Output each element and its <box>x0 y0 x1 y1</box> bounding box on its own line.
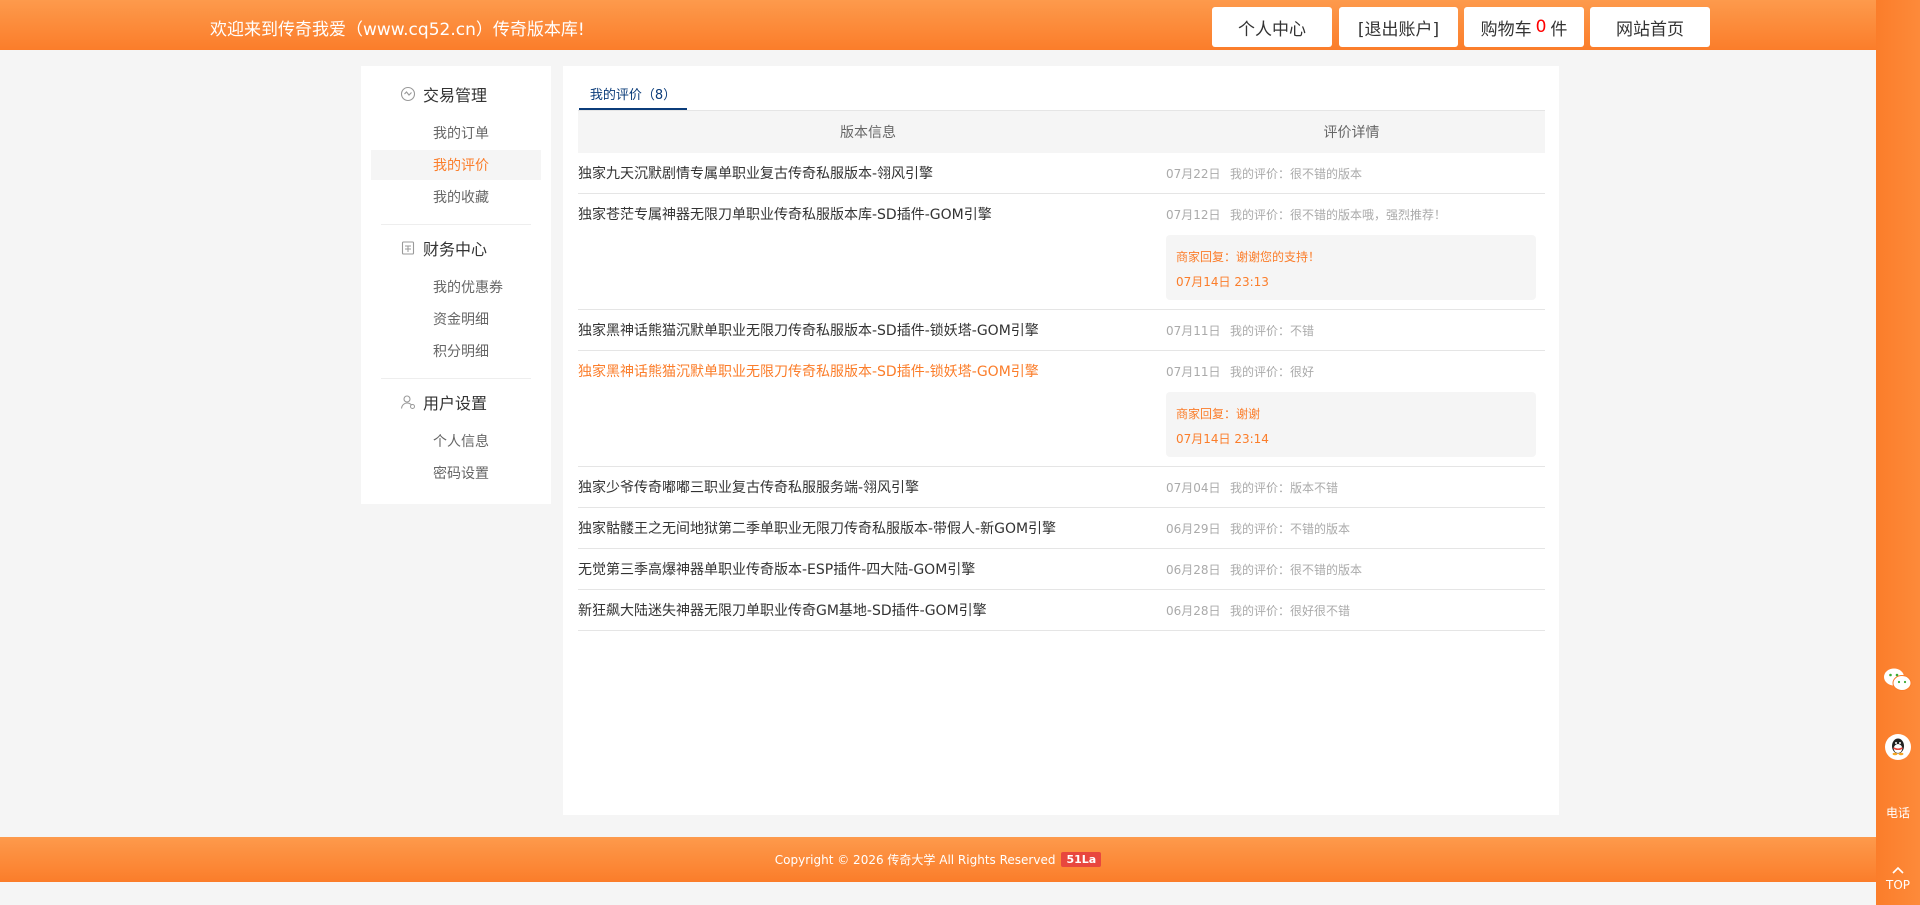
section-title-finance: 财务中心 <box>399 236 487 260</box>
review-row: 独家少爷传奇嘟嘟三职业复古传奇私服服务端-翎风引擎 07月04日 我的评价：版本… <box>578 467 1545 508</box>
finance-icon <box>399 239 417 257</box>
back-to-top-button[interactable]: TOP <box>1876 855 1920 895</box>
review-comment: 我的评价：很好很不错 <box>1230 604 1351 618</box>
review-row: 新狂飙大陆迷失神器无限刀单职业传奇GM基地-SD插件-GOM引擎 06月28日 … <box>578 590 1545 631</box>
home-button[interactable]: 网站首页 <box>1590 7 1710 47</box>
cart-count: 0 <box>1535 17 1547 37</box>
arrow-up-icon <box>1892 859 1904 878</box>
cart-unit: 件 <box>1550 19 1568 40</box>
review-date: 07月22日 <box>1166 167 1221 181</box>
sidebar-divider <box>381 378 531 379</box>
phone-label: 电话 <box>1885 805 1910 820</box>
review-version-title[interactable]: 独家少爷传奇嘟嘟三职业复古传奇私服服务端-翎风引擎 <box>578 477 919 497</box>
wechat-button[interactable] <box>1876 660 1920 704</box>
review-comment: 我的评价：不错 <box>1230 324 1315 338</box>
qq-icon <box>1884 733 1912 765</box>
welcome-text: 欢迎来到传奇我爱（www.cq52.cn）传奇版本库! <box>210 20 585 40</box>
review-version-title[interactable]: 新狂飙大陆迷失神器无限刀单职业传奇GM基地-SD插件-GOM引擎 <box>578 600 987 620</box>
review-date: 07月04日 <box>1166 481 1221 495</box>
review-comment: 我的评价：很不错的版本 <box>1230 563 1363 577</box>
section-title-text: 用户设置 <box>423 394 488 413</box>
review-date: 07月11日 <box>1166 365 1221 379</box>
qq-button[interactable] <box>1876 727 1920 771</box>
merchant-reply-time: 07月14日 23:14 <box>1176 432 1269 446</box>
sidebar-link-my-orders[interactable]: 我的订单 <box>371 118 541 148</box>
user-icon <box>399 393 417 411</box>
review-row: 独家黑神话熊猫沉默单职业无限刀传奇私服版本-SD插件-锁妖塔-GOM引擎 07月… <box>578 310 1545 351</box>
section-title-text: 财务中心 <box>423 240 488 259</box>
review-comment: 我的评价：很不错的版本哦，强烈推荐！ <box>1230 208 1447 222</box>
review-version-title[interactable]: 独家骷髅王之无间地狱第二季单职业无限刀传奇私服版本-带假人-新GOM引擎 <box>578 518 1056 538</box>
review-date: 06月28日 <box>1166 563 1221 577</box>
section-title-transaction: 交易管理 <box>399 82 487 106</box>
logout-button[interactable]: [退出账户] <box>1339 7 1458 47</box>
sidebar-link-my-reviews[interactable]: 我的评价 <box>371 150 541 180</box>
review-date: 07月11日 <box>1166 324 1221 338</box>
sidebar-divider <box>381 224 531 225</box>
merchant-reply: 商家回复：谢谢您的支持！ 07月14日 23:13 <box>1166 235 1536 300</box>
reviews-panel: 我的评价（8） 版本信息 评价详情 独家九天沉默剧情专属单职业复古传奇私服版本-… <box>563 66 1559 815</box>
review-date: 06月28日 <box>1166 604 1221 618</box>
cart-button[interactable]: 购物车 0 件 <box>1464 7 1584 47</box>
sidebar-link-password-settings[interactable]: 密码设置 <box>371 458 541 488</box>
review-row: 独家骷髅王之无间地狱第二季单职业无限刀传奇私服版本-带假人-新GOM引擎 06月… <box>578 508 1545 549</box>
review-comment: 我的评价：不错的版本 <box>1230 522 1351 536</box>
sidebar-link-points-details[interactable]: 积分明细 <box>371 336 541 366</box>
merchant-reply-text: 商家回复：谢谢您的支持！ <box>1176 250 1321 264</box>
review-version-title[interactable]: 独家苍茫专属神器无限刀单职业传奇私服版本库-SD插件-GOM引擎 <box>578 204 992 224</box>
wechat-icon <box>1882 666 1914 698</box>
back-to-top-label: TOP <box>1885 877 1910 892</box>
right-float-bar: 电话 TOP <box>1876 0 1920 905</box>
merchant-reply-text: 商家回复：谢谢 <box>1176 407 1261 421</box>
review-date: 06月29日 <box>1166 522 1221 536</box>
column-header-version-info: 版本信息 <box>840 125 896 141</box>
sidebar-link-coupons[interactable]: 我的优惠券 <box>371 272 541 302</box>
review-version-title[interactable]: 无觉第三季高爆神器单职业传奇版本-ESP插件-四大陆-GOM引擎 <box>578 559 975 579</box>
column-header-review-details: 评价详情 <box>1323 125 1380 141</box>
review-row: 独家苍茫专属神器无限刀单职业传奇私服版本库-SD插件-GOM引擎 07月12日 … <box>578 194 1545 310</box>
review-comment: 我的评价：很不错的版本 <box>1230 167 1363 181</box>
copyright-text: Copyright © 2026 传奇大学 All Rights Reserve… <box>774 853 1056 867</box>
merchant-reply: 商家回复：谢谢 07月14日 23:14 <box>1166 392 1536 457</box>
phone-button[interactable]: 电话 <box>1876 795 1920 829</box>
top-header-bar: 欢迎来到传奇我爱（www.cq52.cn）传奇版本库! 个人中心 [退出账户] … <box>0 0 1876 50</box>
sidebar-link-personal-info[interactable]: 个人信息 <box>371 426 541 456</box>
tab-my-reviews[interactable]: 我的评价（8） <box>579 82 687 110</box>
review-version-title[interactable]: 独家九天沉默剧情专属单职业复古传奇私服版本-翎风引擎 <box>578 163 933 183</box>
merchant-reply-time: 07月14日 23:13 <box>1176 275 1269 289</box>
sidebar-link-my-favorites[interactable]: 我的收藏 <box>371 182 541 212</box>
review-version-title[interactable]: 独家黑神话熊猫沉默单职业无限刀传奇私服版本-SD插件-锁妖塔-GOM引擎 <box>578 361 1039 381</box>
review-comment: 我的评价：很好 <box>1230 365 1315 379</box>
footer-bar: Copyright © 2026 传奇大学 All Rights Reserve… <box>0 837 1876 882</box>
review-version-title[interactable]: 独家黑神话熊猫沉默单职业无限刀传奇私服版本-SD插件-锁妖塔-GOM引擎 <box>578 320 1039 340</box>
table-header: 版本信息 评价详情 <box>578 110 1545 153</box>
review-row: 独家九天沉默剧情专属单职业复古传奇私服版本-翎风引擎 07月22日 我的评价：很… <box>578 153 1545 194</box>
cart-label: 购物车 <box>1480 19 1532 40</box>
review-row: 无觉第三季高爆神器单职业传奇版本-ESP插件-四大陆-GOM引擎 06月28日 … <box>578 549 1545 590</box>
sidebar-link-fund-details[interactable]: 资金明细 <box>371 304 541 334</box>
user-sidebar: 交易管理 我的订单 我的评价 我的收藏 财务中心 我的优惠券 资金明细 积分明细… <box>361 66 551 504</box>
section-title-text: 交易管理 <box>423 86 488 105</box>
review-date: 07月12日 <box>1166 208 1221 222</box>
stats-badge[interactable]: 51La <box>1061 852 1102 867</box>
personal-center-button[interactable]: 个人中心 <box>1212 7 1332 47</box>
transaction-icon <box>399 85 417 103</box>
section-title-user-settings: 用户设置 <box>399 390 487 414</box>
review-row: 独家黑神话熊猫沉默单职业无限刀传奇私服版本-SD插件-锁妖塔-GOM引擎 07月… <box>578 351 1545 467</box>
review-comment: 我的评价：版本不错 <box>1230 481 1339 495</box>
